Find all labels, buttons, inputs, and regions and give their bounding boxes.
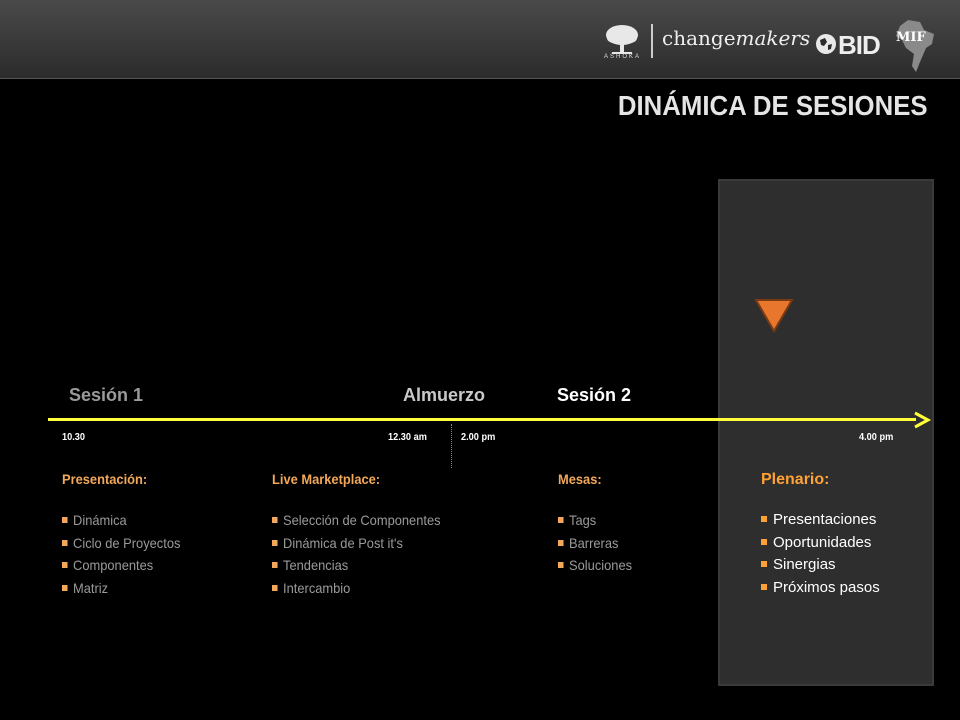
list-item-label: Tags bbox=[569, 512, 597, 528]
item-list: Selección de Componentes Dinámica de Pos… bbox=[272, 509, 455, 599]
bullet-icon bbox=[558, 562, 564, 568]
list-item-label: Oportunidades bbox=[773, 533, 872, 551]
list-item-label: Presentaciones bbox=[773, 511, 877, 528]
bullet-icon bbox=[272, 562, 278, 568]
column-live-marketplace: Live Marketplace: Selección de Component… bbox=[272, 471, 455, 599]
list-item-label: Selección de Componentes bbox=[283, 512, 441, 528]
bullet-icon bbox=[272, 517, 278, 523]
list-item-label: Dinámica bbox=[73, 512, 127, 528]
bullet-icon bbox=[62, 584, 68, 591]
time-label: 12.30 am bbox=[388, 432, 427, 443]
list-item-label: Intercambio bbox=[283, 579, 351, 596]
list-item: Tags bbox=[558, 509, 632, 532]
list-item: Intercambio bbox=[272, 577, 441, 600]
logo-divider bbox=[651, 24, 653, 58]
bullet-icon bbox=[558, 517, 564, 523]
arrow-right-icon bbox=[914, 411, 932, 429]
bullet-icon bbox=[62, 562, 68, 568]
list-item: Matriz bbox=[62, 577, 180, 600]
list-item: Tendencias bbox=[272, 554, 441, 577]
page-title: DINÁMICA DE SESIONES bbox=[618, 90, 928, 121]
bullet-icon bbox=[761, 516, 767, 522]
bid-logo: BID bbox=[838, 30, 881, 60]
list-item: Próximos pasos bbox=[761, 577, 880, 600]
active-session-panel bbox=[718, 179, 934, 686]
list-item-label: Tendencias bbox=[283, 557, 349, 573]
session-1-label: Sesión 1 bbox=[69, 385, 144, 405]
timeline-line bbox=[48, 418, 916, 421]
list-item: Selección de Componentes bbox=[272, 509, 441, 532]
list-item-label: Barreras bbox=[569, 534, 619, 551]
list-item: Ciclo de Proyectos bbox=[62, 532, 180, 555]
list-item-label: Dinámica de Post it's bbox=[283, 534, 403, 551]
bullet-icon bbox=[761, 538, 767, 545]
mif-logo: MIF bbox=[896, 30, 926, 45]
lunch-divider bbox=[451, 424, 452, 468]
list-item-label: Sinergias bbox=[773, 556, 836, 573]
column-mesas: Mesas: Tags Barreras Soluciones bbox=[558, 471, 639, 577]
column-heading: Mesas: bbox=[558, 471, 602, 487]
list-item: Dinámica de Post it's bbox=[272, 532, 441, 555]
bullet-icon bbox=[272, 539, 278, 546]
list-item-label: Ciclo de Proyectos bbox=[73, 534, 181, 551]
list-item: Sinergias bbox=[761, 554, 880, 577]
item-list: Tags Barreras Soluciones bbox=[558, 509, 639, 577]
time-label: 10.30 bbox=[62, 432, 86, 443]
bullet-icon bbox=[761, 583, 767, 590]
column-plenario: Plenario: Presentaciones Oportunidades S… bbox=[761, 471, 880, 599]
list-item: Dinámica bbox=[62, 509, 180, 532]
globe-icon bbox=[816, 34, 836, 54]
header-bar: ASHOKA changemakers BID MIF bbox=[0, 0, 960, 79]
list-item: Soluciones bbox=[558, 554, 632, 577]
time-label: 2.00 pm bbox=[461, 432, 496, 443]
item-list: Presentaciones Oportunidades Sinergias P… bbox=[761, 509, 880, 599]
list-item: Barreras bbox=[558, 532, 632, 555]
list-item-label: Próximos pasos bbox=[773, 578, 880, 596]
time-label: 4.00 pm bbox=[859, 432, 894, 443]
changemakers-logo-part-b: makers bbox=[735, 26, 811, 50]
column-heading: Plenario: bbox=[761, 471, 830, 488]
list-item-label: Matriz bbox=[73, 579, 109, 596]
ashoka-logo-text: ASHOKA bbox=[604, 54, 642, 60]
bullet-icon bbox=[62, 539, 68, 546]
lunch-label: Almuerzo bbox=[403, 385, 486, 405]
changemakers-logo-part-a: change bbox=[662, 26, 736, 50]
list-item: Componentes bbox=[62, 554, 180, 577]
column-heading: Presentación: bbox=[62, 471, 148, 487]
bullet-icon bbox=[558, 539, 564, 546]
list-item-label: Componentes bbox=[73, 557, 154, 573]
list-item: Presentaciones bbox=[761, 509, 880, 532]
list-item: Oportunidades bbox=[761, 532, 880, 555]
item-list: Dinámica Ciclo de Proyectos Componentes … bbox=[62, 509, 191, 599]
bullet-icon bbox=[761, 561, 767, 567]
triangle-down-icon bbox=[754, 299, 794, 333]
list-item-label: Soluciones bbox=[569, 557, 633, 573]
changemakers-logo: changemakers bbox=[662, 26, 810, 50]
bullet-icon bbox=[62, 517, 68, 523]
bullet-icon bbox=[272, 584, 278, 591]
session-2-label: Sesión 2 bbox=[557, 385, 632, 405]
map-icon bbox=[896, 20, 934, 72]
column-presentacion: Presentación: Dinámica Ciclo de Proyecto… bbox=[62, 471, 191, 599]
column-heading: Live Marketplace: bbox=[272, 471, 381, 487]
